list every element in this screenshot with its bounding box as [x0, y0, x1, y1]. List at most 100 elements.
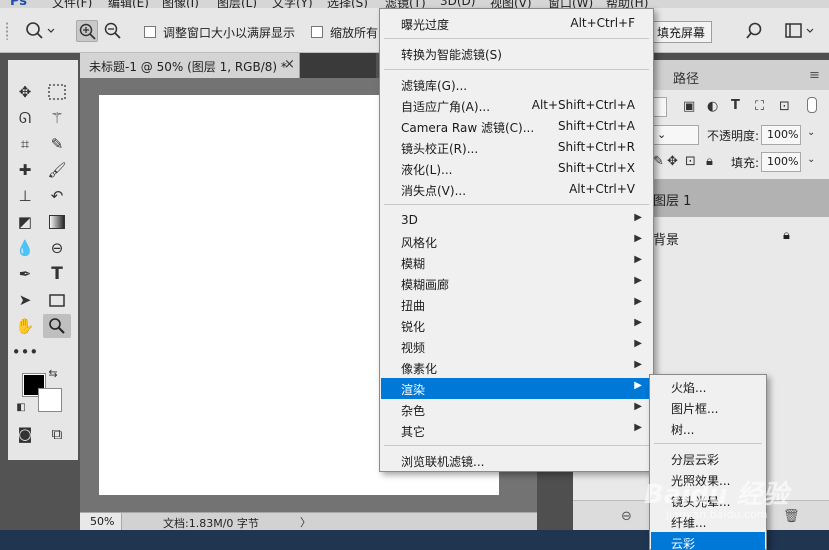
- image-filter-icon[interactable]: ▣: [683, 99, 695, 114]
- clone-stamp-tool-icon[interactable]: ⊥: [11, 184, 39, 208]
- magic-wand-tool-icon[interactable]: ⚚: [43, 106, 71, 130]
- menu-filter[interactable]: 滤镜(T): [385, 0, 426, 8]
- path-selection-tool-icon[interactable]: ➤: [11, 288, 39, 312]
- background-color-swatch[interactable]: [38, 388, 62, 412]
- smart-object-filter-icon[interactable]: ⊡: [779, 99, 790, 114]
- menu-item-blur-gallery[interactable]: 模糊画廊 ▶: [381, 273, 652, 294]
- menu-file[interactable]: 文件(F): [52, 0, 92, 8]
- menu-bar: Ps 文件(F) 编辑(E) 图像(I) 图层(L) 文字(Y) 选择(S) 滤…: [0, 0, 829, 8]
- submenu-item-difference-clouds[interactable]: 分层云彩: [651, 448, 765, 469]
- menu-select[interactable]: 选择(S): [327, 0, 368, 8]
- tab-paths[interactable]: 路径: [673, 68, 699, 87]
- quick-mask-icon[interactable]: ◙: [11, 422, 39, 446]
- close-tab-icon[interactable]: ×: [284, 57, 295, 72]
- tools-panel: ✥ ᘏ ⚚ ⌗ ✎ ✚ 🖌 ⊥ ↶ ◩ 💧 ⊖ ✒ T ➤ ✋ ••• ⇆ ◧ …: [8, 60, 78, 460]
- panel-menu-icon[interactable]: ≡: [809, 68, 820, 83]
- zoom-in-icon[interactable]: [76, 20, 98, 42]
- default-colors-icon[interactable]: ◧: [14, 400, 28, 414]
- fill-dropdown-icon[interactable]: ⌄: [807, 154, 815, 165]
- pen-tool-icon[interactable]: ✒: [11, 262, 39, 286]
- healing-brush-tool-icon[interactable]: ✚: [11, 158, 39, 182]
- blur-tool-icon[interactable]: 💧: [11, 236, 39, 260]
- submenu-arrow-icon: ▶: [634, 254, 642, 265]
- submenu-item-tree[interactable]: 树...: [651, 418, 765, 439]
- menu-item-noise[interactable]: 杂色 ▶: [381, 399, 652, 420]
- hand-tool-icon[interactable]: ✋: [11, 314, 39, 338]
- menu-item-render[interactable]: 渲染 ▶: [381, 378, 652, 399]
- document-tab[interactable]: 未标题-1 @ 50% (图层 1, RGB/8) * ×: [80, 53, 300, 78]
- menu-item-shortcut: Shift+Ctrl+X: [558, 161, 635, 175]
- menu-item-browse-online-filters[interactable]: 浏览联机滤镜...: [381, 450, 652, 471]
- menu-item-lens-correction[interactable]: 镜头校正(R)... Shift+Ctrl+R: [381, 137, 652, 158]
- menu-item-adaptive-wide-angle[interactable]: 自适应广角(A)... Alt+Shift+Ctrl+A: [381, 95, 652, 116]
- lasso-tool-icon[interactable]: ᘏ: [11, 106, 39, 130]
- lock-position-icon[interactable]: ✥: [667, 154, 678, 169]
- menu-layer[interactable]: 图层(L): [217, 0, 257, 8]
- zoom-out-icon[interactable]: [102, 20, 124, 42]
- menu-item-video[interactable]: 视频 ▶: [381, 336, 652, 357]
- shape-filter-icon[interactable]: ⛶: [755, 99, 764, 114]
- menu-item-camera-raw[interactable]: Camera Raw 滤镜(C)... Shift+Ctrl+A: [381, 116, 652, 137]
- swap-colors-icon[interactable]: ⇆: [46, 366, 60, 380]
- opacity-field[interactable]: 100%: [761, 125, 801, 145]
- menu-item-sharpen[interactable]: 锐化 ▶: [381, 315, 652, 336]
- link-layers-icon[interactable]: ⊖: [621, 509, 632, 524]
- rectangle-tool-icon[interactable]: [43, 288, 71, 312]
- resize-window-checkbox[interactable]: [144, 26, 156, 38]
- more-tools-icon[interactable]: •••: [11, 340, 39, 364]
- menu-3d[interactable]: 3D(D): [440, 0, 475, 8]
- workspace-switcher-icon[interactable]: [784, 20, 814, 42]
- eraser-tool-icon[interactable]: ◩: [11, 210, 39, 234]
- menu-item-label: 滤镜库(G)...: [401, 79, 468, 93]
- move-tool-icon[interactable]: ✥: [11, 80, 39, 104]
- marquee-tool-icon[interactable]: [43, 80, 71, 104]
- type-tool-icon[interactable]: T: [43, 262, 71, 286]
- fill-screen-button[interactable]: 填充屏幕: [650, 21, 713, 43]
- menu-item-3d[interactable]: 3D ▶: [381, 210, 652, 231]
- menu-item-filter-gallery[interactable]: 滤镜库(G)...: [381, 74, 652, 95]
- menu-view[interactable]: 视图(V): [490, 0, 532, 8]
- submenu-item-picture-frame[interactable]: 图片框...: [651, 397, 765, 418]
- status-menu-arrow-icon[interactable]: 〉: [300, 514, 311, 530]
- blend-mode-select[interactable]: ⌄: [651, 125, 699, 145]
- menu-item-liquify[interactable]: 液化(L)... Shift+Ctrl+X: [381, 158, 652, 179]
- menu-item-stylize[interactable]: 风格化 ▶: [381, 231, 652, 252]
- menu-item-exposure[interactable]: 曝光过度 Alt+Ctrl+F: [381, 13, 652, 34]
- zoom-all-checkbox[interactable]: [311, 26, 323, 38]
- zoom-tool-icon[interactable]: [43, 314, 71, 338]
- menu-edit[interactable]: 编辑(E): [108, 0, 149, 8]
- zoom-level-field[interactable]: 50%: [80, 513, 122, 530]
- lock-brush-icon[interactable]: ✎: [653, 154, 664, 169]
- submenu-item-clouds[interactable]: 云彩: [651, 532, 765, 550]
- opacity-dropdown-icon[interactable]: ⌄: [807, 127, 815, 138]
- menu-image[interactable]: 图像(I): [162, 0, 199, 8]
- lock-artboard-icon[interactable]: ⊡: [685, 154, 696, 169]
- filter-toggle[interactable]: [807, 97, 817, 113]
- menu-item-blur[interactable]: 模糊 ▶: [381, 252, 652, 273]
- menu-item-vanishing-point[interactable]: 消失点(V)... Alt+Ctrl+V: [381, 179, 652, 200]
- screen-mode-icon[interactable]: ⧉: [43, 422, 71, 446]
- zoom-tool-preset-icon[interactable]: [24, 20, 55, 42]
- search-icon[interactable]: [745, 20, 767, 42]
- lock-all-icon[interactable]: 🔒︎: [706, 154, 713, 169]
- menu-window[interactable]: 窗口(W): [548, 0, 593, 8]
- dodge-tool-icon[interactable]: ⊖: [43, 236, 71, 260]
- history-brush-tool-icon[interactable]: ↶: [43, 184, 71, 208]
- crop-tool-icon[interactable]: ⌗: [11, 132, 39, 156]
- eyedropper-tool-icon[interactable]: ✎: [43, 132, 71, 156]
- fill-field[interactable]: 100%: [761, 152, 801, 172]
- menu-item-convert-smart-filters[interactable]: 转换为智能滤镜(S): [381, 43, 652, 64]
- type-filter-icon[interactable]: T: [731, 98, 740, 113]
- submenu-arrow-icon: ▶: [634, 338, 642, 349]
- menu-type[interactable]: 文字(Y): [272, 0, 313, 8]
- brush-tool-icon[interactable]: 🖌: [43, 158, 71, 182]
- submenu-item-flame[interactable]: 火焰...: [651, 376, 765, 397]
- menu-help[interactable]: 帮助(H): [606, 0, 648, 8]
- menu-item-distort[interactable]: 扭曲 ▶: [381, 294, 652, 315]
- adjustment-filter-icon[interactable]: ◐: [707, 99, 718, 114]
- submenu-arrow-icon: ▶: [634, 359, 642, 370]
- submenu-item-label: 图片框...: [671, 402, 719, 416]
- menu-item-other[interactable]: 其它 ▶: [381, 420, 652, 441]
- gradient-tool-icon[interactable]: [43, 210, 71, 234]
- menu-item-pixelate[interactable]: 像素化 ▶: [381, 357, 652, 378]
